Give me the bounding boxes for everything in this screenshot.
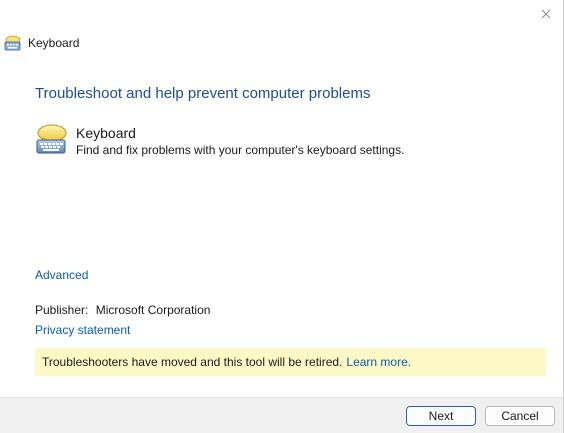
retirement-notice: Troubleshooters have moved and this tool… <box>35 348 546 376</box>
next-button[interactable]: Next <box>406 406 476 426</box>
page-heading: Troubleshoot and help prevent computer p… <box>35 85 371 102</box>
notice-text: Troubleshooters have moved and this tool… <box>42 355 343 369</box>
keyboard-help-icon <box>36 124 67 154</box>
window-title: Keyboard <box>28 36 80 50</box>
keyboard-help-icon <box>4 35 21 51</box>
footer-bar: Next Cancel <box>0 397 563 433</box>
advanced-link[interactable]: Advanced <box>35 268 88 282</box>
close-button[interactable] <box>535 4 557 24</box>
troubleshooter-name: Keyboard <box>76 125 136 141</box>
privacy-statement-link[interactable]: Privacy statement <box>35 323 130 337</box>
cancel-button[interactable]: Cancel <box>485 406 555 426</box>
troubleshooter-item: Keyboard Find and fix problems with your… <box>35 123 404 157</box>
publisher-label: Publisher: <box>35 303 89 317</box>
publisher-value: Microsoft Corporation <box>95 303 211 317</box>
troubleshooter-item-text: Keyboard Find and fix problems with your… <box>76 123 404 157</box>
close-icon <box>541 9 551 19</box>
troubleshooter-window: Keyboard Troubleshoot and help prevent c… <box>0 0 564 433</box>
publisher-info: Publisher: Microsoft Corporation <box>35 303 210 317</box>
troubleshooter-description: Find and fix problems with your computer… <box>76 143 405 157</box>
learn-more-link[interactable]: Learn more. <box>346 355 411 369</box>
title-bar: Keyboard <box>4 35 79 51</box>
